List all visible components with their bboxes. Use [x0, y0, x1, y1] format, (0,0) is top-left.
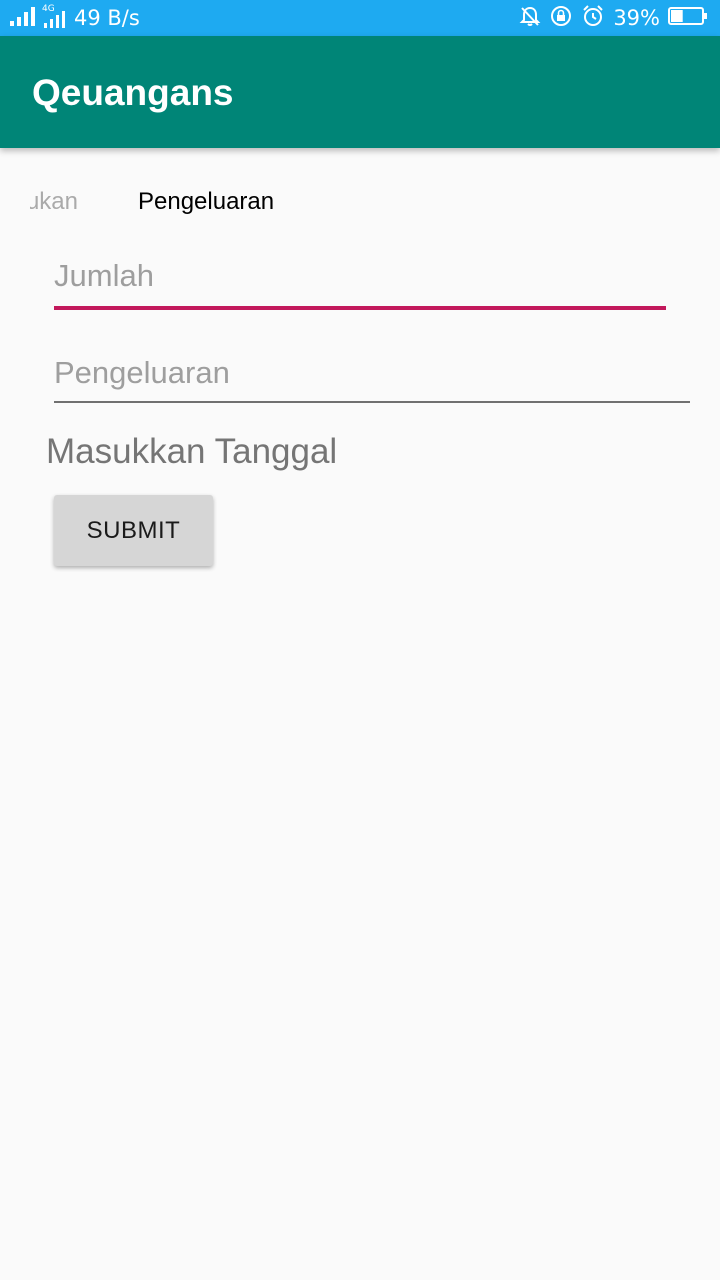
- date-picker-label[interactable]: Masukkan Tanggal: [46, 432, 337, 472]
- app-title: Qeuangans: [32, 72, 234, 113]
- signal-icon: [10, 6, 36, 30]
- status-left: 4G 49 B/s: [10, 0, 140, 36]
- status-bar: 4G 49 B/s 39%: [0, 0, 720, 36]
- tab-pemasukan[interactable]: ukan: [30, 188, 78, 216]
- app-bar: Qeuangans: [0, 36, 720, 148]
- submit-button[interactable]: SUBMIT: [54, 495, 213, 566]
- jumlah-field[interactable]: [54, 258, 666, 310]
- tab-pengeluaran[interactable]: Pengeluaran: [138, 188, 274, 216]
- rotation-lock-icon: [549, 4, 573, 32]
- pengeluaran-input[interactable]: [54, 355, 690, 391]
- signal-4g-icon: 4G: [42, 4, 68, 29]
- mute-bell-icon: [519, 5, 541, 31]
- tab-bar: ukan Pengeluaran: [0, 188, 720, 224]
- alarm-icon: [581, 4, 605, 32]
- network-speed: 49 B/s: [74, 6, 140, 30]
- status-right: 39%: [519, 0, 708, 36]
- pengeluaran-field[interactable]: [54, 355, 690, 403]
- battery-percent: 39%: [613, 6, 660, 30]
- battery-icon: [668, 6, 708, 30]
- jumlah-input[interactable]: [54, 258, 666, 294]
